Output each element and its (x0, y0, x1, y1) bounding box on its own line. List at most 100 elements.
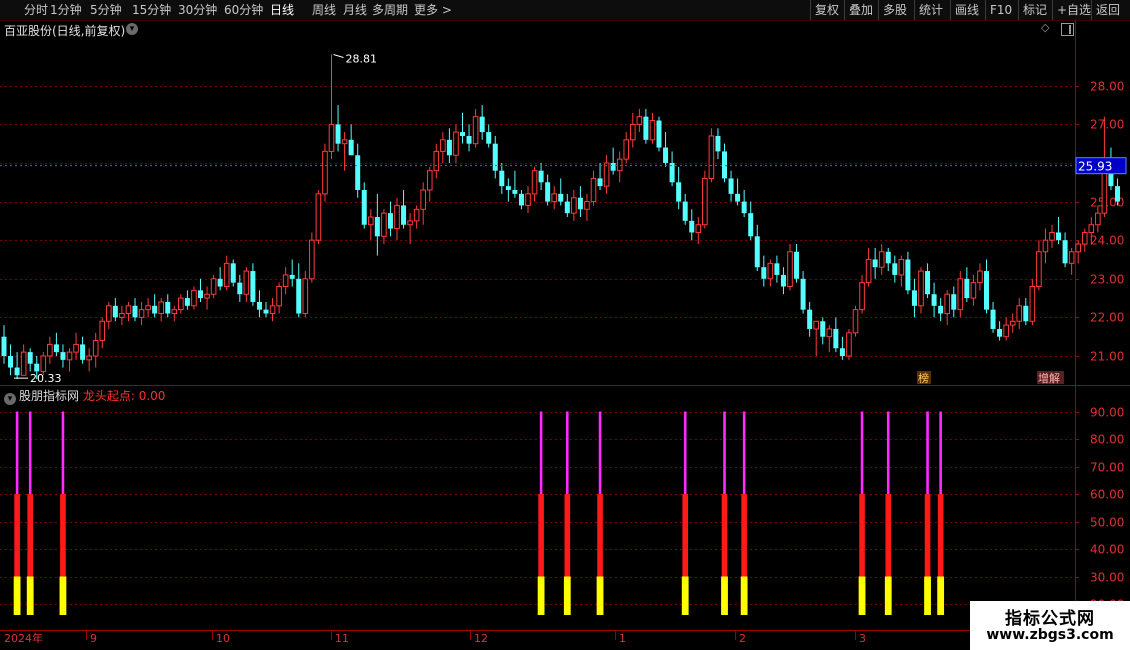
candle-body (112, 305, 118, 318)
sub-tick-label: 50.00 (1090, 516, 1124, 530)
candle-body (138, 309, 145, 318)
candle-body (401, 205, 407, 225)
signal-bar-mid (597, 494, 603, 577)
candle-body (394, 204, 400, 230)
candle-body (184, 298, 190, 306)
candle-body (256, 301, 262, 310)
signal-bar-top (61, 411, 65, 494)
signal-bar-mid (721, 494, 728, 577)
candle-body (558, 193, 564, 202)
candle-body (99, 320, 106, 342)
candle-body (106, 305, 112, 322)
candle-body (178, 297, 184, 311)
candle-body (787, 251, 793, 287)
candle-body (754, 236, 760, 268)
candle-body (368, 216, 374, 226)
time-axis-label: 1 (619, 632, 626, 645)
candle-body (374, 217, 380, 237)
candle-body (171, 309, 178, 315)
signal-bar-top (886, 411, 890, 494)
candle-body (885, 251, 891, 264)
candle-body (951, 294, 957, 310)
candle-body (957, 278, 964, 311)
candle-body (505, 186, 511, 190)
sub-tick-label: 70.00 (1090, 461, 1124, 475)
signal-bar-mid (924, 494, 931, 577)
candle-body (990, 309, 996, 329)
candle-body (282, 274, 289, 288)
candle-body (531, 170, 538, 195)
candle-body (86, 355, 92, 361)
diamond-icon[interactable]: ◇ (1041, 22, 1051, 33)
panel-toggle-icon[interactable] (1061, 23, 1074, 36)
watermark-title: 指标公式网 (1005, 609, 1095, 629)
candle-body (119, 313, 125, 318)
candle-body (47, 343, 53, 357)
candle-body (774, 263, 780, 275)
indicator-name: 股朋指标网 (19, 389, 80, 403)
signal-bar-top (939, 411, 942, 494)
candle-body (60, 352, 66, 360)
candle-body (643, 116, 649, 140)
candle-body (335, 124, 341, 144)
candle-body (551, 193, 558, 203)
candle-body (964, 278, 970, 299)
candle-body (165, 301, 171, 314)
candle-body (1023, 305, 1029, 322)
candle-body (1062, 240, 1068, 264)
candle-body (1, 336, 7, 356)
candle-body (800, 278, 806, 310)
signal-bar-base (721, 576, 728, 615)
main-tick-label: 28.00 (1090, 80, 1124, 94)
candle-body (715, 135, 721, 152)
candle-body (355, 155, 361, 190)
time-axis-label: 11 (335, 632, 349, 645)
chevron-down-icon[interactable]: ▾ (126, 23, 138, 35)
sub-tick-label: 30.00 (1090, 571, 1124, 585)
sub-tick-label: 90.00 (1090, 406, 1124, 420)
candle-body (80, 344, 86, 360)
candle-body (623, 139, 630, 160)
candle-body (794, 251, 800, 279)
candle-body (722, 151, 727, 179)
signal-bar-mid (937, 494, 944, 577)
candle-body (905, 259, 911, 291)
candle-body (145, 305, 151, 311)
candle-body (813, 320, 820, 330)
chevron-down-icon[interactable]: ▾ (4, 393, 16, 405)
candle-body (198, 290, 203, 299)
main-tick-label: 21.00 (1090, 350, 1124, 364)
signal-bar-top (926, 411, 929, 494)
candle-body (708, 135, 715, 179)
candle-body (807, 309, 813, 329)
candle-body (761, 267, 767, 279)
candle-body (309, 239, 315, 280)
candle-body (984, 271, 989, 310)
candle-body (302, 278, 309, 315)
candle-body (460, 132, 465, 136)
main-panel-title: 百亚股份(日线,前复权) (4, 24, 126, 38)
candle-body (73, 343, 79, 353)
stock-chart: 28.0027.0026.0025.0024.0023.0022.0021.00… (0, 20, 1130, 645)
candle-body (289, 274, 295, 279)
candle-body (40, 355, 47, 372)
candle-body (1042, 239, 1049, 253)
signal-bar-mid (741, 494, 747, 577)
candle-body (682, 201, 688, 221)
candle-body (846, 332, 852, 357)
candle-body (735, 193, 741, 202)
candle-body (426, 170, 433, 191)
watermark-url: www.zbgs3.com (986, 627, 1114, 643)
candle-body (230, 263, 236, 283)
candle-body (512, 190, 518, 194)
candle-body (1016, 305, 1023, 322)
candle-body (407, 220, 413, 226)
candle-body (492, 143, 498, 171)
signal-bar-mid (885, 494, 892, 577)
signal-bar-mid (859, 494, 865, 577)
candle-body (322, 150, 328, 195)
time-axis-label: 12 (474, 632, 488, 645)
signal-bar-top (566, 411, 569, 494)
candle-body (315, 193, 322, 241)
sub-tick-label: 60.00 (1090, 488, 1124, 502)
